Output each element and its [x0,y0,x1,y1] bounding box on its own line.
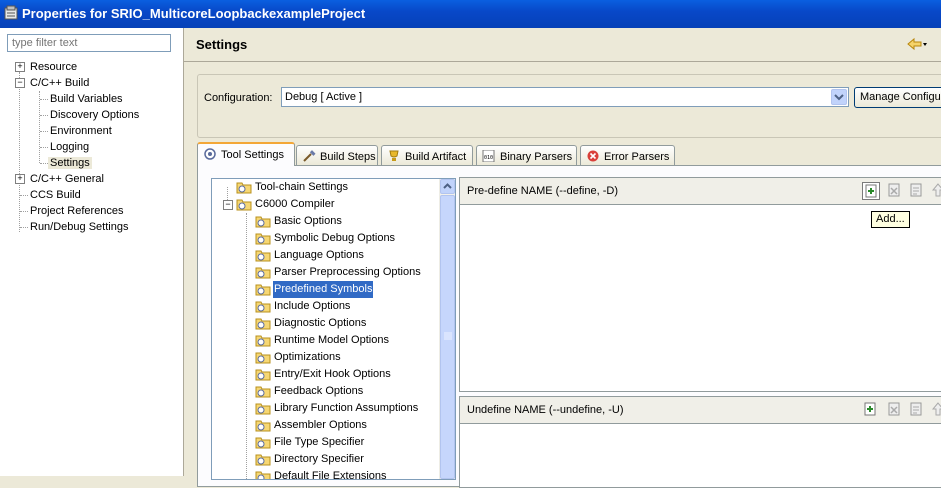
tree-line [40,115,48,116]
predefine-header: Pre-define NAME (--define, -D) [460,178,941,205]
gear-icon [204,148,216,160]
edit-icon [910,183,922,197]
page-title: Settings [196,37,248,52]
tree-line [20,227,28,228]
tab-binary-parsers[interactable]: 010 Binary Parsers [476,145,577,165]
folder-settings-icon [255,471,271,479]
folder-settings-icon [255,352,271,364]
folder-settings-icon [255,386,271,398]
nav-item-logging[interactable]: Logging [50,139,89,155]
tab-build-steps[interactable]: Build Steps [296,145,378,165]
scroll-up-button[interactable] [440,179,455,194]
binary-file-icon: 010 [482,150,495,162]
tree-line [39,91,40,163]
back-arrow-icon[interactable] [906,36,928,52]
tree-line [40,147,48,148]
title-bar: Properties for SRIO_MulticoreLoopbackexa… [0,0,941,28]
collapse-compiler-icon[interactable]: − [223,200,233,210]
nav-item-project-references[interactable]: Project References [30,203,124,219]
undefine-title: Undefine NAME (--undefine, -U) [467,404,624,416]
tab-build-artifact[interactable]: Build Artifact [381,145,473,165]
trophy-icon [389,150,399,161]
folder-settings-icon [255,301,271,313]
folder-settings-icon [255,454,271,466]
navigation-pane: + Resource − C/C++ Build Build Variables… [0,28,184,476]
add-button[interactable] [862,401,880,419]
chevron-down-icon[interactable] [831,89,847,105]
tab-error-parsers[interactable]: Error Parsers [580,145,675,165]
folder-settings-icon [255,267,271,279]
add-icon [864,402,876,416]
folder-settings-icon [236,182,252,194]
folder-settings-icon [255,216,271,228]
folder-settings-icon [255,403,271,415]
move-up-button[interactable] [930,182,941,200]
tab-tool-settings[interactable]: Tool Settings [197,142,295,166]
move-up-button[interactable] [930,401,941,419]
settings-page: Settings Configuration: Debug [ Active ]… [184,28,941,488]
folder-settings-icon [255,420,271,432]
tree-line [19,72,20,232]
configuration-label: Configuration: [204,92,273,104]
predefine-title: Pre-define NAME (--define, -D) [467,185,618,197]
error-icon [587,150,599,162]
tool-settings-tree: − Tool-chain Settings C6000 Compiler Basic… [211,178,456,480]
tree-line [20,211,28,212]
hammer-icon [303,150,316,162]
edit-icon [910,402,922,416]
configuration-select[interactable]: Debug [ Active ] [281,87,849,107]
folder-settings-icon [255,318,271,330]
scroll-thumb[interactable] [440,195,455,479]
nav-item-cpp-build[interactable]: C/C++ Build [30,75,89,91]
properties-icon [4,5,18,20]
folder-settings-icon [255,437,271,449]
add-button[interactable] [862,182,880,200]
tree-line [40,163,48,164]
nav-item-ccs-build[interactable]: CCS Build [30,187,81,203]
nav-item-build-variables[interactable]: Build Variables [50,91,123,107]
nav-item-run-debug-settings[interactable]: Run/Debug Settings [30,219,128,235]
edit-button[interactable] [908,182,926,200]
tree-line [20,195,28,196]
expand-resource-icon[interactable]: + [15,62,25,72]
tree-line [40,99,48,100]
delete-button[interactable] [886,401,904,419]
add-tooltip: Add... [871,211,910,228]
delete-icon [888,402,900,416]
tree-line [246,213,247,479]
tree-line [40,131,48,132]
expand-cpp-general-icon[interactable]: + [15,174,25,184]
delete-icon [888,183,900,197]
configuration-value: Debug [ Active ] [285,91,363,103]
folder-settings-icon [255,233,271,245]
collapse-cpp-build-icon[interactable]: − [15,78,25,88]
folder-settings-icon [255,284,271,296]
folder-settings-icon [255,335,271,347]
folder-settings-icon [255,369,271,381]
undefine-panel: Undefine NAME (--undefine, -U) [459,396,941,488]
svg-text:010: 010 [484,155,493,161]
predefine-panel: Pre-define NAME (--define, -D) [459,177,941,392]
move-up-icon [931,183,941,197]
nav-item-settings[interactable]: Settings [48,155,92,171]
undefine-header: Undefine NAME (--undefine, -U) [460,397,941,424]
window-title: Properties for SRIO_MulticoreLoopbackexa… [22,6,366,21]
tree-scrollbar[interactable] [439,179,455,479]
edit-button[interactable] [908,401,926,419]
folder-settings-icon [255,250,271,262]
add-icon [865,184,877,198]
folder-settings-icon [236,199,252,211]
move-up-icon [931,402,941,416]
manage-configurations-button[interactable]: Manage Configurations... [854,87,941,108]
filter-input[interactable] [7,34,171,52]
divider [184,61,941,62]
nav-item-cpp-general[interactable]: C/C++ General [30,171,104,187]
nav-item-discovery-options[interactable]: Discovery Options [50,107,139,123]
delete-button[interactable] [886,182,904,200]
nav-item-resource[interactable]: Resource [30,59,77,75]
nav-item-environment[interactable]: Environment [50,123,112,139]
